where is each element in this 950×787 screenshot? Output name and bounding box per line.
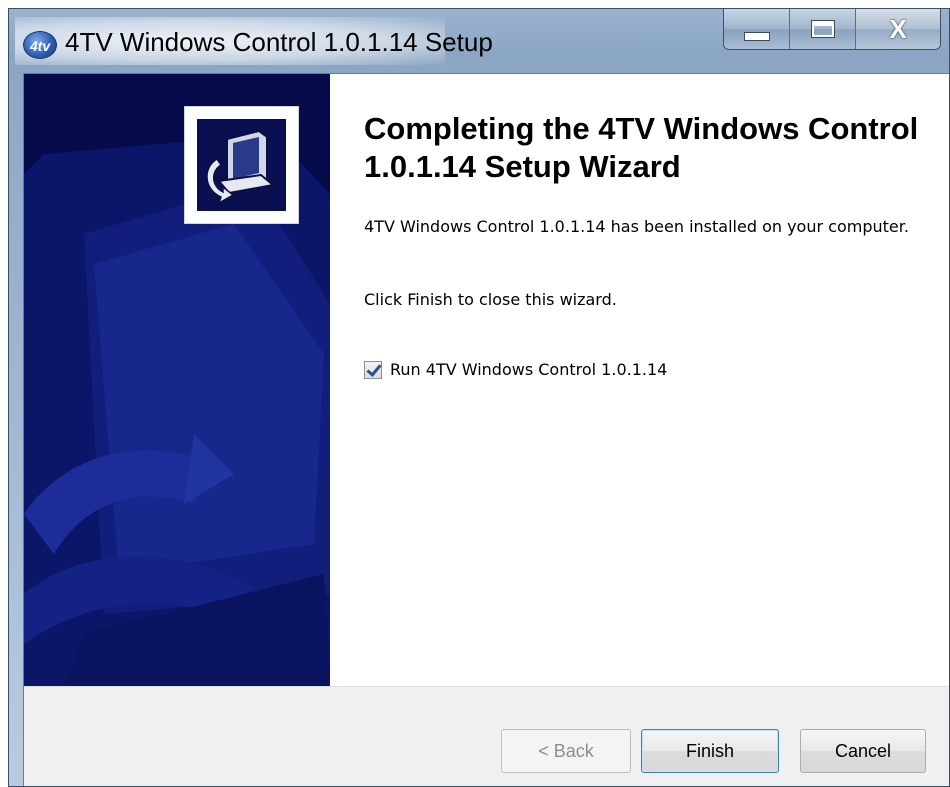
close-icon: X (889, 13, 907, 44)
title-bar[interactable]: 4tv 4TV Windows Control 1.0.1.14 Setup X (9, 9, 949, 73)
computer-install-icon (206, 129, 276, 205)
install-complete-text: 4TV Windows Control 1.0.1.14 has been in… (364, 217, 909, 236)
wizard-client-area: Completing the 4TV Windows Control 1.0.1… (23, 73, 949, 786)
finish-hint-text: Click Finish to close this wizard. (364, 290, 617, 309)
setup-window: 4tv 4TV Windows Control 1.0.1.14 Setup X (8, 8, 950, 787)
page-title: Completing the 4TV Windows Control 1.0.1… (364, 111, 919, 184)
wizard-side-banner (24, 74, 330, 686)
close-button[interactable]: X (856, 9, 940, 49)
window-title: 4TV Windows Control 1.0.1.14 Setup (65, 27, 493, 57)
maximize-button[interactable] (790, 9, 856, 49)
run-app-label[interactable]: Run 4TV Windows Control 1.0.1.14 (390, 360, 667, 379)
wizard-footer: < Back Finish Cancel (24, 686, 949, 786)
cancel-button[interactable]: Cancel (800, 729, 926, 773)
back-button[interactable]: < Back (501, 729, 631, 773)
maximize-icon (810, 20, 835, 38)
app-icon[interactable]: 4tv (23, 31, 57, 59)
minimize-button[interactable] (724, 9, 790, 49)
finish-button[interactable]: Finish (641, 729, 779, 773)
minimize-icon (743, 31, 770, 41)
wizard-content: Completing the 4TV Windows Control 1.0.1… (330, 74, 949, 686)
run-app-option[interactable]: Run 4TV Windows Control 1.0.1.14 (364, 360, 667, 379)
caption-buttons: X (723, 9, 941, 50)
run-app-checkbox[interactable] (364, 360, 382, 379)
installer-logo (184, 106, 299, 224)
